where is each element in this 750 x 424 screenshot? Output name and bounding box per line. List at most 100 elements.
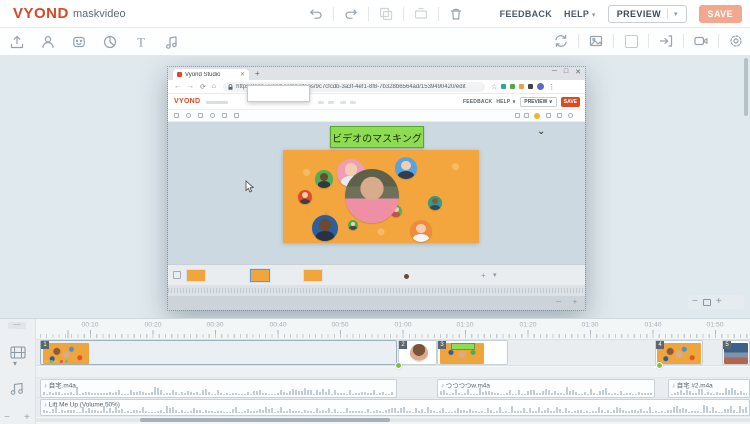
avatar-head	[319, 219, 331, 231]
character-avatar	[312, 215, 338, 241]
feedback-link[interactable]: FEEDBACK	[500, 9, 552, 19]
close-icon[interactable]: ✕	[575, 68, 581, 76]
character-icon[interactable]	[39, 33, 57, 51]
mini-preview-button: PREVIEW ∨	[520, 97, 557, 107]
avatar-body	[429, 204, 441, 210]
audio-icon[interactable]	[163, 33, 181, 51]
zoom-in-button[interactable]: +	[716, 297, 722, 307]
mini-stage: ビデオのマスキング ⌄	[168, 122, 585, 264]
image-icon[interactable]	[588, 33, 604, 49]
text-icon[interactable]: T	[132, 33, 150, 51]
browser-profile-avatar[interactable]	[537, 83, 545, 90]
preview-button[interactable]: PREVIEW ▾	[607, 5, 687, 23]
browser-tab[interactable]: Vyond Studio ✕	[173, 69, 249, 80]
extension-icon[interactable]	[528, 84, 534, 89]
camera-icon[interactable]	[693, 33, 709, 49]
forward-icon[interactable]: →	[187, 83, 194, 90]
vertical-scrollbar[interactable]	[744, 58, 748, 116]
swap-icon[interactable]	[553, 33, 569, 49]
mini-timeline: + ▾	[168, 264, 585, 285]
character-avatar	[315, 170, 333, 188]
live-video-circle	[345, 169, 399, 223]
ruler-label: 01:30	[581, 320, 599, 329]
fit-button[interactable]	[702, 298, 711, 306]
redo-icon[interactable]	[343, 6, 359, 22]
timeline-collapse-button[interactable]: —	[8, 321, 26, 329]
asset-toolbar-left: T	[8, 33, 181, 51]
enter-icon[interactable]	[658, 33, 674, 49]
mini-props-icon	[198, 113, 203, 118]
mini-text-icon	[222, 113, 227, 118]
settings-icon[interactable]	[728, 33, 744, 49]
divider	[578, 34, 579, 48]
back-icon[interactable]: ←	[174, 83, 181, 90]
timeline-ruler-minor[interactable]	[40, 334, 750, 338]
keyframe-dots	[45, 360, 68, 363]
anchor-handle-icon: ⌄	[537, 126, 546, 137]
new-tab-button[interactable]: +	[255, 69, 260, 78]
reload-icon[interactable]: ⟳	[200, 83, 206, 91]
replace-icon[interactable]	[413, 6, 429, 22]
ruler-label: 01:40	[643, 320, 662, 329]
avatar-head	[320, 172, 328, 181]
home-icon[interactable]: ⌂	[212, 83, 216, 90]
ruler-label: 00:10	[81, 320, 99, 329]
mini-vyond-topbar: VYOND FEEDBACK HELP ∨ PREVIEW ∨ SAVE	[168, 94, 585, 110]
ruler-label: 00:50	[331, 320, 349, 329]
stage-canvas[interactable]: − + Vyond Studio ✕ + ─ □ ✕ ← → ⟳ ⌂ https…	[0, 56, 750, 318]
bookmark-star-icon[interactable]: ☆	[491, 83, 497, 91]
extension-icon[interactable]	[519, 84, 525, 89]
upload-icon[interactable]	[8, 33, 26, 51]
video-clip[interactable]: 1	[40, 340, 397, 365]
audio-fade-handle[interactable]	[395, 362, 402, 369]
chevron-down-icon[interactable]: ▾	[674, 10, 678, 18]
zoom-out-button[interactable]: −	[692, 297, 698, 307]
help-menu[interactable]: HELP ▾	[564, 9, 596, 19]
mini-save-button: SAVE	[560, 97, 580, 107]
save-button[interactable]: SAVE	[698, 5, 742, 23]
timeline-scrollbar-thumb[interactable]	[140, 418, 390, 422]
ruler-label: 00:40	[268, 320, 287, 329]
mini-playhead-dot	[404, 274, 409, 279]
audio-clip-label: ♪ つつつつw.m4a	[441, 381, 490, 389]
props-icon[interactable]	[70, 33, 88, 51]
duplicate-icon[interactable]	[378, 6, 394, 22]
topbar-right: FEEDBACK HELP ▾ PREVIEW ▾ SAVE	[500, 0, 742, 28]
scene-orange	[283, 150, 479, 243]
close-tab-icon[interactable]: ✕	[240, 71, 245, 78]
divider	[368, 7, 369, 21]
video-clip[interactable]: 3	[437, 340, 508, 365]
extension-icon[interactable]	[510, 84, 516, 89]
avatar-body	[317, 181, 331, 188]
divider	[667, 9, 669, 19]
expand-track-chevron[interactable]: ▾	[13, 359, 17, 368]
timeline-zoom-out[interactable]: −	[4, 412, 10, 423]
minimize-icon[interactable]: ─	[552, 68, 557, 76]
audio-clip[interactable]: ♪ 自宅 #2.m4a	[668, 379, 750, 398]
trash-icon[interactable]	[448, 6, 464, 22]
timeline-zoom-in[interactable]: +	[24, 412, 30, 423]
chart-icon[interactable]	[101, 33, 119, 51]
audio-clip[interactable]: ♪ 自宅.m4a	[40, 379, 397, 398]
audio-clip[interactable]: ♪ つつつつw.m4a	[437, 379, 655, 398]
mini-color-swatch	[534, 113, 540, 119]
color-swatch-icon[interactable]	[623, 33, 639, 49]
timeline-scrollbar[interactable]	[36, 418, 750, 422]
mini-bottom-bar: ─ +	[168, 296, 585, 310]
mini-scene-thumb	[303, 269, 323, 282]
video-clip[interactable]: 4	[655, 340, 703, 365]
music-clip[interactable]: ♪ Lift Me Up (Volume 50%)	[40, 399, 750, 416]
maximize-icon[interactable]: □	[564, 68, 568, 76]
audio-fade-handle[interactable]	[656, 362, 663, 369]
audio-clip-label: ♪ 自宅 #2.m4a	[672, 381, 713, 389]
ruler-label: 01:10	[456, 320, 474, 329]
undo-icon[interactable]	[308, 6, 324, 22]
extension-icon[interactable]	[501, 84, 507, 89]
vyond-logo: VYOND	[13, 5, 69, 22]
music-note-icon: ♪	[44, 381, 48, 389]
video-clip[interactable]: 5	[722, 340, 750, 365]
browser-window-video-asset[interactable]: Vyond Studio ✕ + ─ □ ✕ ← → ⟳ ⌂ https://a…	[167, 66, 586, 311]
video-clip[interactable]: 2	[398, 340, 437, 365]
browser-menu-icon[interactable]: ⋮	[548, 83, 555, 91]
browser-address-bar: ← → ⟳ ⌂ https://app.vyond.com/videos/9c7…	[168, 80, 585, 94]
